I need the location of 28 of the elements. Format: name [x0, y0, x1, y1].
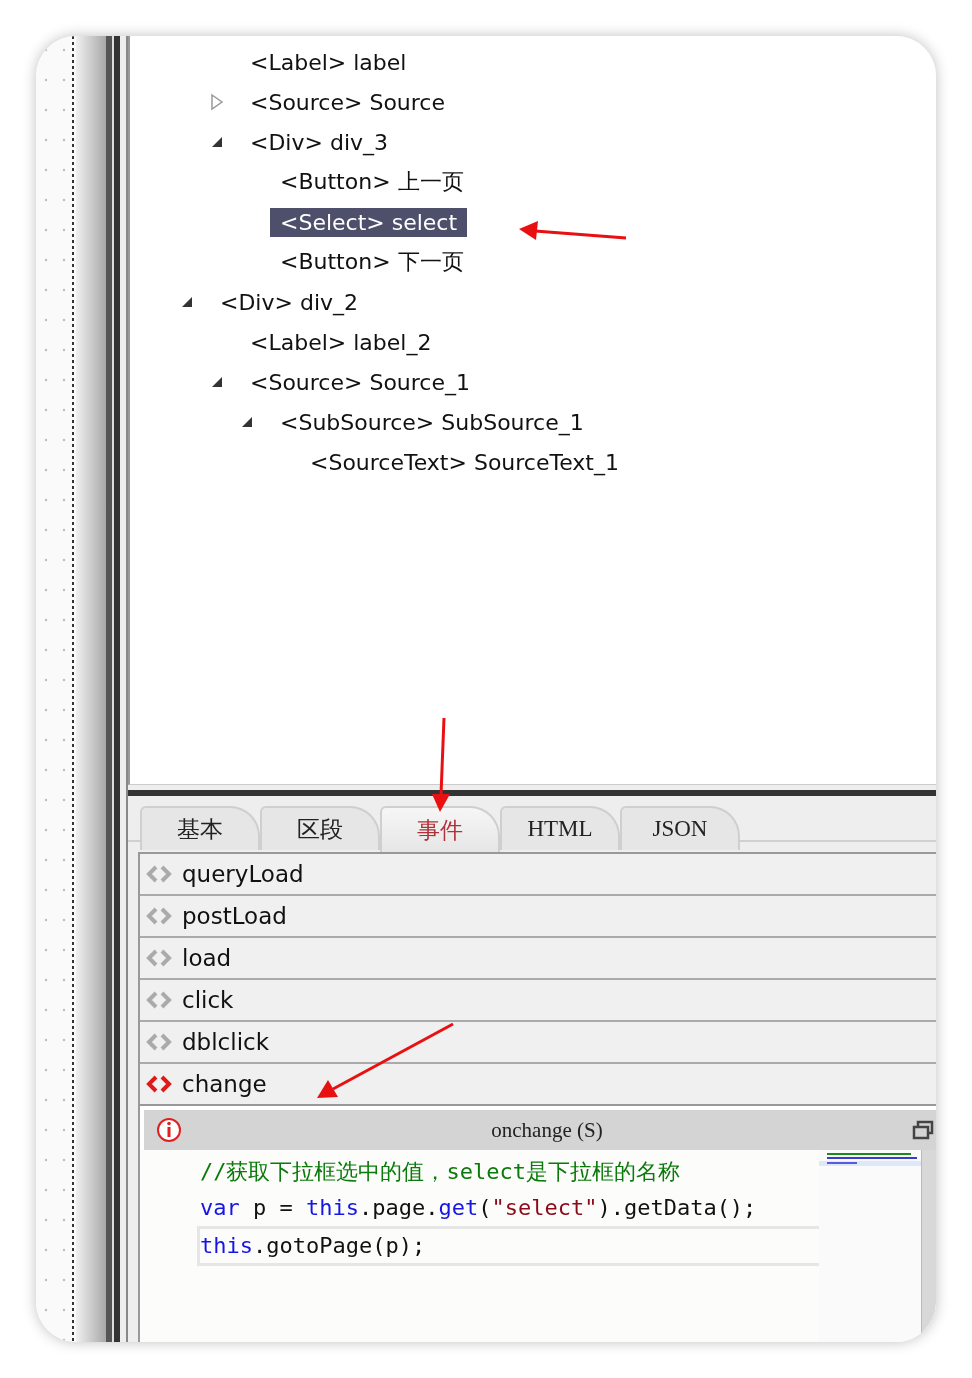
- tab[interactable]: 区段: [260, 806, 380, 850]
- expanded-triangle-icon[interactable]: [180, 295, 194, 309]
- tree-node[interactable]: <Div> div_3: [240, 127, 399, 157]
- code-line: var p = this.page.get("select").getData();: [200, 1194, 758, 1222]
- tree-node[interactable]: <Div> div_2: [210, 287, 369, 317]
- tree-node[interactable]: <Button> 上一页: [270, 165, 474, 199]
- tree-node[interactable]: <Button> 下一页: [270, 245, 474, 279]
- code-line: this.gotoPage(p);: [197, 1226, 819, 1266]
- tree-node[interactable]: <Label> label: [240, 47, 417, 77]
- restore-window-icon[interactable]: [912, 1120, 934, 1140]
- tree-node[interactable]: <Source> Source: [240, 87, 455, 117]
- collapsed-triangle-icon[interactable]: [210, 93, 224, 111]
- splitter-bar[interactable]: [106, 36, 128, 1342]
- tab[interactable]: JSON: [620, 806, 740, 850]
- tree-node[interactable]: <Source> Source_1: [240, 367, 480, 397]
- tree-node[interactable]: <SourceText> SourceText_1: [300, 447, 629, 477]
- tree-node[interactable]: <Select> select: [270, 207, 468, 237]
- tab[interactable]: 基本: [140, 806, 260, 850]
- tab[interactable]: HTML: [500, 806, 620, 850]
- info-icon[interactable]: [156, 1117, 182, 1143]
- tree-node[interactable]: <SubSource> SubSource_1: [270, 407, 594, 437]
- expanded-triangle-icon[interactable]: [210, 375, 224, 389]
- tab[interactable]: 事件: [380, 806, 500, 852]
- expanded-triangle-icon[interactable]: [240, 415, 254, 429]
- expanded-triangle-icon[interactable]: [210, 135, 224, 149]
- tree-node[interactable]: <Label> label_2: [240, 327, 442, 357]
- code-line: //获取下拉框选中的值，select是下拉框的名称: [200, 1158, 681, 1186]
- editor-title: onchange (S): [490, 1117, 604, 1143]
